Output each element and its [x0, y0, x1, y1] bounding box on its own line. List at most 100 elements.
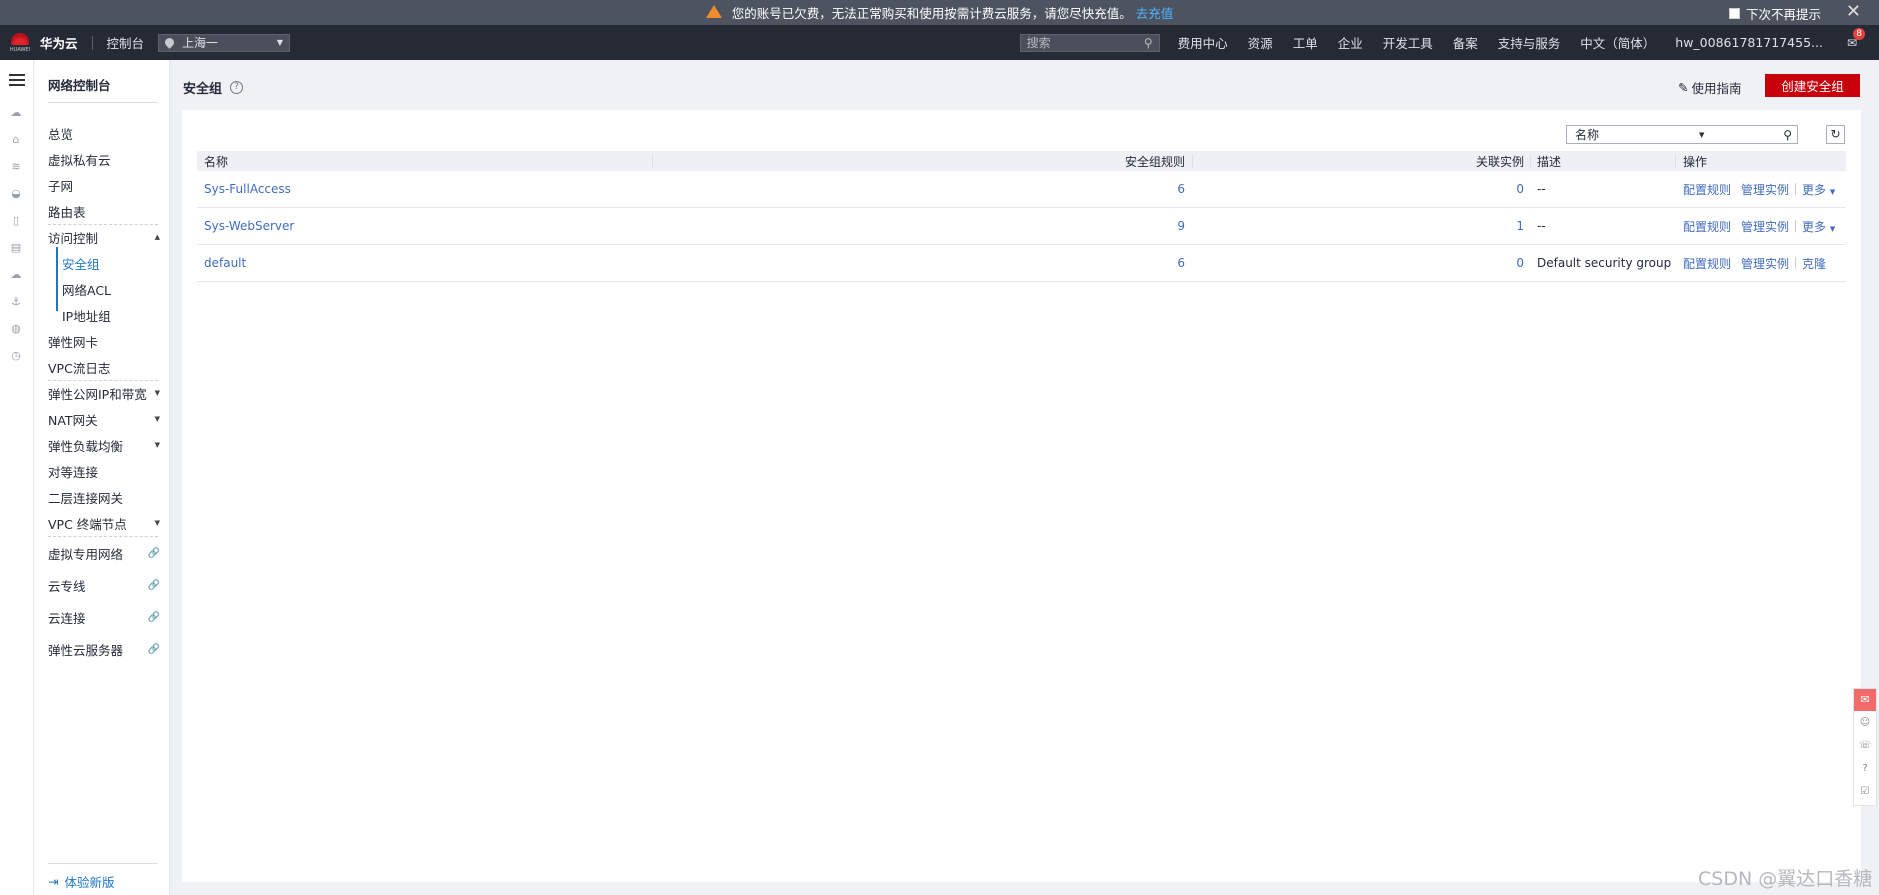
menu-icon[interactable] — [9, 74, 25, 89]
chevron-down-icon[interactable]: ▼ — [1699, 131, 1704, 139]
anchor-icon[interactable]: ⚓ — [9, 295, 23, 309]
sidebar-item-cloud-connect[interactable]: 云连接 🔗 — [48, 606, 160, 628]
nav-billing-center[interactable]: 费用中心 — [1178, 33, 1228, 52]
divider — [91, 35, 93, 50]
clone-link[interactable]: 克隆 — [1802, 255, 1826, 272]
vpc-icon[interactable]: ≋ — [9, 160, 23, 174]
search-icon[interactable]: ⚲ — [1144, 36, 1153, 50]
sidebar-item-elastic-nic[interactable]: 弹性网卡 — [48, 330, 160, 352]
name-filter-search[interactable]: 名称 ▼ ⚲ — [1566, 125, 1798, 144]
smile-icon[interactable]: ☺ — [1854, 711, 1876, 734]
database-icon[interactable]: ▯ — [9, 214, 23, 228]
rules-count-link[interactable]: 6 — [652, 171, 1185, 207]
globe-icon[interactable]: ◍ — [9, 322, 23, 336]
external-link-icon: 🔗 — [147, 579, 160, 591]
checklist-icon[interactable]: ☑ — [1854, 780, 1876, 803]
security-group-name-link[interactable]: Sys-WebServer — [204, 208, 294, 244]
dismiss-option[interactable]: 下次不再提示 — [1728, 4, 1821, 23]
nav-enterprise[interactable]: 企业 — [1338, 33, 1363, 52]
sidebar-item-elb[interactable]: 弹性负载均衡 ▼ — [48, 434, 160, 456]
more-dropdown[interactable]: 更多 ▼ — [1802, 181, 1835, 198]
mail-icon[interactable]: ✉ 8 — [1847, 27, 1865, 50]
region-selector[interactable]: 上海一 ▼ — [158, 33, 291, 52]
recharge-link[interactable]: 去充值 — [1136, 3, 1174, 22]
close-icon[interactable]: ✕ — [1846, 1, 1861, 22]
configure-rules-link[interactable]: 配置规则 — [1683, 218, 1731, 235]
sidebar-item-network-acl[interactable]: 网络ACL — [62, 278, 160, 300]
clock-icon[interactable]: ◷ — [9, 349, 23, 363]
brand-name[interactable]: 华为云 — [40, 33, 78, 52]
edit-icon: ✎ — [1678, 80, 1689, 95]
sidebar-item-overview[interactable]: 总览 — [48, 122, 160, 144]
more-dropdown[interactable]: 更多 ▼ — [1802, 218, 1835, 235]
sidebar-item-vpc[interactable]: 虚拟私有云 — [48, 148, 160, 170]
sidebar-title: 网络控制台 — [48, 78, 111, 93]
manage-instances-link[interactable]: 管理实例 — [1741, 255, 1789, 272]
network-console-sidebar: 网络控制台 总览 虚拟私有云 子网 路由表 访问控制 ▲ 安全组 网络ACL IP… — [34, 60, 170, 895]
nav-language[interactable]: 中文（简体） — [1580, 33, 1655, 52]
chevron-down-icon: ▼ — [154, 519, 160, 527]
security-group-name-link[interactable]: Sys-FullAccess — [204, 171, 291, 207]
create-security-group-button[interactable]: 创建安全组 — [1765, 74, 1860, 97]
sidebar-item-subnet[interactable]: 子网 — [48, 174, 160, 196]
configure-rules-link[interactable]: 配置规则 — [1683, 255, 1731, 272]
network-icon[interactable]: ⌂ — [9, 133, 23, 147]
nav-support[interactable]: 支持与服务 — [1498, 33, 1561, 52]
sidebar-item-route-table[interactable]: 路由表 — [48, 200, 160, 222]
manage-instances-link[interactable]: 管理实例 — [1741, 218, 1789, 235]
nav-resources[interactable]: 资源 — [1248, 33, 1273, 52]
configure-rules-link[interactable]: 配置规则 — [1683, 181, 1731, 198]
cloud-upload-icon[interactable]: ☁ — [9, 268, 23, 282]
sidebar-item-eip-bandwidth[interactable]: 弹性公网IP和带宽 ▼ — [48, 382, 160, 404]
question-icon[interactable]: ? — [1854, 757, 1876, 780]
header-description: 描述 — [1537, 154, 1562, 169]
instances-count-link[interactable]: 0 — [1192, 245, 1524, 281]
document-icon[interactable]: ▤ — [9, 241, 23, 255]
cloud-icon[interactable]: ☁ — [9, 106, 23, 120]
service-icon[interactable]: ☏ — [1854, 734, 1876, 757]
warning-icon — [705, 5, 722, 18]
user-guide-link[interactable]: ✎ 使用指南 — [1678, 78, 1742, 97]
search-placeholder: 搜索 — [1026, 36, 1051, 50]
security-group-name-link[interactable]: default — [204, 245, 246, 281]
search-icon[interactable]: ⚲ — [1783, 128, 1792, 142]
nav-tickets[interactable]: 工单 — [1293, 33, 1318, 52]
sidebar-item-peering[interactable]: 对等连接 — [48, 460, 160, 482]
console-link[interactable]: 控制台 — [107, 33, 145, 52]
external-link-icon: 🔗 — [147, 611, 160, 623]
sidebar-item-ip-address-group[interactable]: IP地址组 — [62, 304, 160, 326]
sidebar-item-access-control[interactable]: 访问控制 ▲ — [48, 226, 160, 248]
nav-account[interactable]: hw_00861781717455... — [1675, 35, 1823, 50]
sidebar-item-ecs[interactable]: 弹性云服务器 🔗 — [48, 638, 160, 660]
global-search-input[interactable]: 搜索 ⚲ — [1019, 33, 1160, 52]
nav-dev-tools[interactable]: 开发工具 — [1383, 33, 1433, 52]
header-instances: 关联实例 — [1475, 154, 1524, 169]
rules-count-link[interactable]: 6 — [652, 245, 1185, 281]
nav-filing[interactable]: 备案 — [1453, 33, 1478, 52]
instances-count-link[interactable]: 1 — [1192, 208, 1524, 244]
chevron-down-icon: ▼ — [276, 38, 284, 47]
huawei-flower-icon — [11, 32, 29, 45]
refresh-icon[interactable]: ↻ — [1826, 125, 1845, 144]
row-operations: 配置规则 管理实例 克隆 — [1683, 245, 1826, 281]
rules-count-link[interactable]: 9 — [652, 208, 1185, 244]
sidebar-item-vpc-endpoint[interactable]: VPC 终端节点 ▼ — [48, 512, 160, 534]
storage-icon[interactable]: ◒ — [9, 187, 23, 201]
chevron-down-icon: ▼ — [154, 441, 160, 449]
sidebar-item-vpn[interactable]: 虚拟专用网络 🔗 — [48, 542, 160, 564]
header-rules: 安全组规则 — [1124, 154, 1185, 169]
instances-count-link[interactable]: 0 — [1192, 171, 1524, 207]
sidebar-item-security-group[interactable]: 安全组 — [62, 252, 160, 274]
try-new-version-link[interactable]: ⇥ 体验新版 — [48, 872, 115, 891]
sidebar-item-direct-connect[interactable]: 云专线 🔗 — [48, 574, 160, 596]
sidebar-item-nat-gateway[interactable]: NAT网关 ▼ — [48, 408, 160, 430]
location-pin-icon — [163, 36, 176, 49]
dismiss-checkbox[interactable] — [1728, 8, 1740, 19]
sidebar-item-vpc-flow-log[interactable]: VPC流日志 — [48, 356, 160, 378]
manage-instances-link[interactable]: 管理实例 — [1741, 181, 1789, 198]
feedback-icon[interactable]: ✉ — [1854, 689, 1876, 711]
sidebar-item-l2-gateway[interactable]: 二层连接网关 — [48, 486, 160, 508]
help-icon[interactable]: ? — [230, 81, 244, 94]
filter-attribute[interactable]: 名称 — [1575, 126, 1599, 143]
huawei-logo[interactable]: HUAWEI — [6, 25, 34, 60]
